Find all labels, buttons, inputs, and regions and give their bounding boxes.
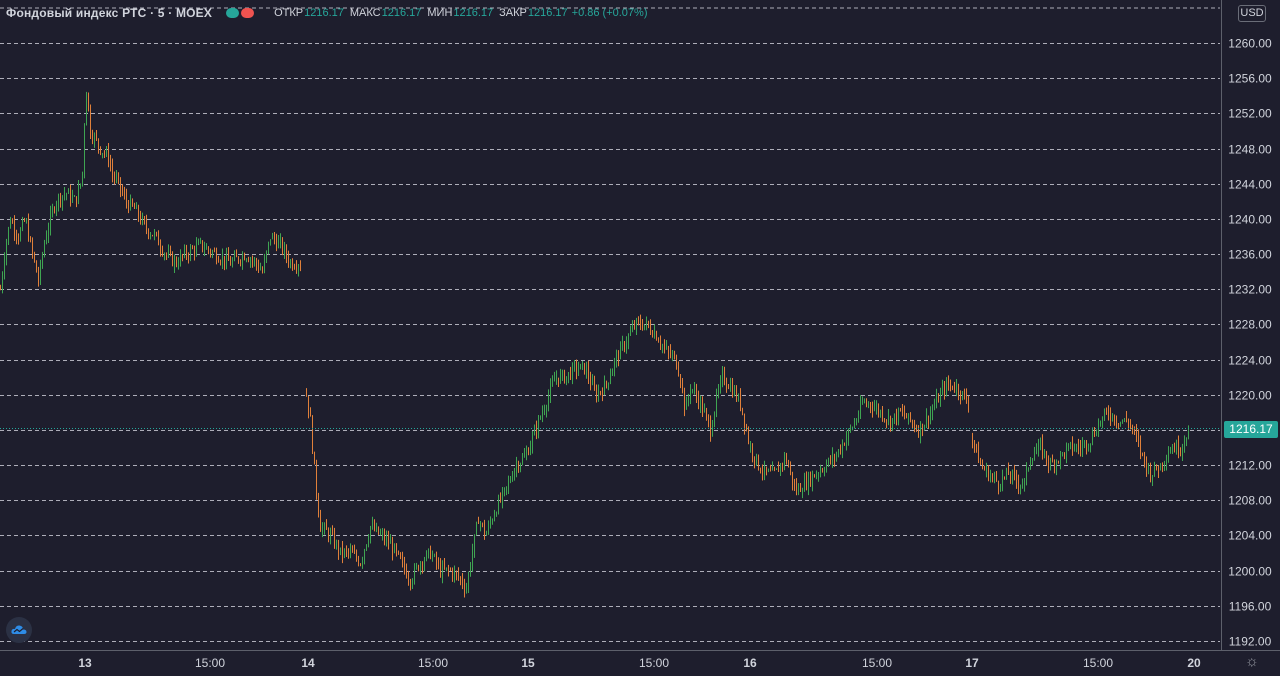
y-tick-label: 1228.00 — [1228, 318, 1272, 332]
last-price-tag: 1216.17 — [1224, 421, 1278, 438]
low-label: МИН — [427, 7, 453, 19]
y-tick-label: 1204.00 — [1228, 529, 1272, 543]
x-tick-label: 14 — [301, 656, 315, 670]
x-tick-label: 17 — [965, 656, 979, 670]
x-tick-label: 13 — [78, 656, 92, 670]
y-tick-label: 1252.00 — [1228, 107, 1272, 121]
open-label: ОТКР — [274, 7, 304, 19]
x-tick-label: 16 — [743, 656, 757, 670]
x-tick-label: 15:00 — [862, 656, 892, 670]
y-tick-label: 1256.00 — [1228, 72, 1272, 86]
x-tick-label: 15:00 — [418, 656, 448, 670]
y-tick-label: 1244.00 — [1228, 178, 1272, 192]
x-tick-label: 15:00 — [195, 656, 225, 670]
tradingview-logo-icon[interactable] — [6, 617, 32, 643]
status-icons — [226, 8, 256, 18]
x-tick-label: 15:00 — [639, 656, 669, 670]
price-chart[interactable]: 1260.00 1256.00 1252.00 1248.00 1244.00 1240.… — [0, 0, 1280, 676]
high-value: 1216.17 — [381, 7, 422, 19]
high-label: МАКС — [349, 7, 381, 19]
close-value: 1216.17 — [527, 7, 568, 19]
data-status-icon — [241, 8, 255, 18]
y-tick-label: 1208.00 — [1228, 494, 1272, 508]
chart-legend: Фондовый индекс РТС · 5 · MOEX ОТКР 1216.… — [6, 5, 648, 21]
gear-icon[interactable]: ☼ — [1245, 653, 1259, 670]
y-tick-label: 1212.00 — [1228, 459, 1272, 473]
market-status-icon — [226, 8, 240, 18]
y-tick-label: 1224.00 — [1228, 354, 1272, 368]
x-tick-label: 15 — [521, 656, 535, 670]
interval-label: 5 — [157, 6, 165, 20]
currency-button[interactable]: USD — [1238, 5, 1266, 22]
y-tick-label: 1220.00 — [1228, 389, 1272, 403]
y-tick-label: 1200.00 — [1228, 565, 1272, 579]
y-tick-label: 1232.00 — [1228, 283, 1272, 297]
exchange-label: MOEX — [175, 6, 213, 20]
open-value: 1216.17 — [304, 7, 344, 19]
low-value: 1216.17 — [453, 7, 494, 19]
y-tick-label: 1192.00 — [1229, 635, 1272, 649]
y-tick-label: 1236.00 — [1228, 248, 1272, 262]
y-tick-label: 1240.00 — [1228, 213, 1272, 227]
y-tick-label: 1248.00 — [1228, 143, 1272, 157]
chart-background — [0, 0, 1280, 676]
x-tick-label: 15:00 — [1083, 656, 1113, 670]
y-tick-label: 1260.00 — [1228, 37, 1272, 51]
symbol-name: Фондовый индекс РТС — [6, 6, 147, 20]
change-value: +0.86 (+0.07%) — [571, 7, 648, 19]
cloud-icon — [11, 625, 27, 634]
x-tick-label: 20 — [1187, 656, 1201, 670]
close-label: ЗАКР — [499, 7, 527, 19]
y-tick-label: 1196.00 — [1229, 600, 1272, 614]
symbol-title[interactable]: Фондовый индекс РТС · 5 · MOEX — [6, 6, 212, 20]
